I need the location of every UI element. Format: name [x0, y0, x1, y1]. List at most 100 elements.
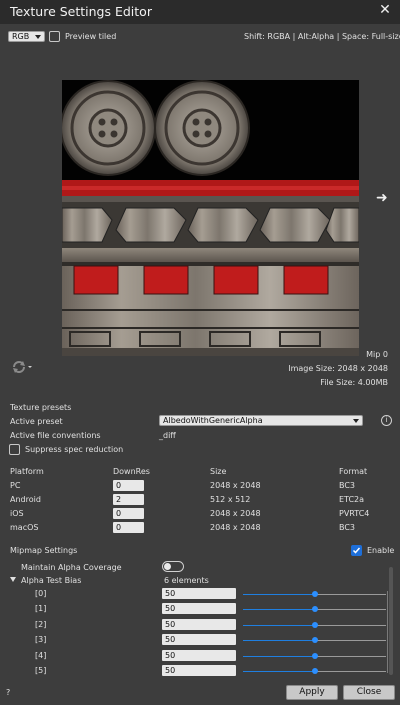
table-row: PC 0 2048 x 2048 BC3	[0, 478, 400, 492]
slider-fill	[243, 625, 315, 626]
platform-size: 2048 x 2048	[210, 509, 261, 518]
slider-rest	[315, 594, 386, 595]
bias-row: [1] 50	[0, 602, 400, 616]
info-icon[interactable]: i	[381, 415, 392, 426]
platform-name: iOS	[10, 509, 24, 518]
checkmark-icon	[352, 547, 361, 554]
bias-value-input[interactable]: 50	[162, 665, 236, 676]
suppress-spec-checkbox[interactable]	[9, 444, 20, 455]
slider-rest	[315, 625, 386, 626]
chevron-down-icon	[353, 419, 359, 423]
disc-left	[62, 80, 156, 176]
slider-thumb[interactable]	[312, 622, 318, 628]
close-icon[interactable]: ✕	[378, 2, 392, 18]
window-title: Texture Settings Editor	[10, 4, 152, 19]
bias-slider[interactable]	[243, 604, 386, 614]
preview-tiled-checkbox[interactable]	[49, 31, 60, 42]
slider-thumb[interactable]	[312, 637, 318, 643]
chevron-down-icon	[35, 35, 41, 39]
bias-value-input[interactable]: 50	[162, 634, 236, 645]
texture-preview	[62, 80, 359, 356]
platform-size: 512 x 512	[210, 495, 251, 504]
image-size-label: Image Size: 2048 x 2048	[288, 364, 388, 373]
help-icon[interactable]: ?	[6, 688, 10, 697]
refresh-icon-glyph	[13, 361, 32, 373]
bias-row: [0] 50	[0, 587, 400, 601]
platform-name: Android	[10, 495, 41, 504]
slider-fill	[243, 609, 315, 610]
bias-value-input[interactable]: 50	[162, 603, 236, 614]
bias-index: [3]	[35, 635, 47, 644]
active-preset-value: AlbedoWithGenericAlpha	[163, 416, 263, 425]
slider-thumb[interactable]	[312, 606, 318, 612]
slider-thumb[interactable]	[312, 591, 318, 597]
platform-header: Platform	[10, 467, 44, 476]
channel-select[interactable]: RGB	[8, 31, 45, 42]
bias-slider[interactable]	[243, 666, 386, 676]
platform-size: 2048 x 2048	[210, 481, 261, 490]
channel-select-value: RGB	[12, 32, 30, 41]
slider-thumb[interactable]	[312, 668, 318, 674]
bias-value-input[interactable]: 50	[162, 619, 236, 630]
toggle-knob	[164, 563, 171, 570]
mip-label: Mip 0	[366, 350, 388, 359]
mipmap-enable-checkbox[interactable]	[351, 545, 362, 556]
format-header: Format	[339, 467, 368, 476]
size-header: Size	[210, 467, 227, 476]
downres-input[interactable]: 0	[113, 508, 144, 519]
disc-right	[154, 80, 250, 176]
refresh-icon[interactable]	[11, 360, 33, 374]
suppress-spec-label: Suppress spec reduction	[25, 445, 124, 454]
bias-index: [2]	[35, 620, 47, 629]
mipmap-settings-heading: Mipmap Settings	[10, 546, 78, 555]
expand-triangle-icon[interactable]	[10, 577, 16, 582]
bias-slider[interactable]	[243, 651, 386, 661]
shortcut-hint: Shift: RGBA | Alt:Alpha | Space: Full-si…	[244, 32, 400, 41]
downres-input[interactable]: 2	[113, 494, 144, 505]
bias-value-input[interactable]: 50	[162, 588, 236, 599]
bias-slider[interactable]	[243, 620, 386, 630]
slider-thumb[interactable]	[312, 653, 318, 659]
maintain-alpha-toggle[interactable]	[162, 561, 184, 572]
close-button[interactable]: Close	[343, 685, 395, 700]
slider-rest	[315, 656, 386, 657]
platform-name: macOS	[10, 523, 39, 532]
platform-size: 2048 x 2048	[210, 523, 261, 532]
platform-name: PC	[10, 481, 21, 490]
bias-index: [5]	[35, 666, 47, 675]
table-row: iOS 0 2048 x 2048 PVRTC4	[0, 506, 400, 520]
bias-row: [2] 50	[0, 618, 400, 632]
slider-fill	[243, 594, 315, 595]
platform-format: ETC2a	[339, 495, 365, 504]
preview-tiled-label: Preview tiled	[65, 32, 117, 41]
active-preset-select[interactable]: AlbedoWithGenericAlpha	[159, 415, 363, 426]
downres-input[interactable]: 0	[113, 522, 144, 533]
conventions-value: _diff	[159, 431, 176, 440]
bias-slider[interactable]	[243, 635, 386, 645]
active-preset-label: Active preset	[10, 417, 63, 426]
slider-fill	[243, 671, 315, 672]
slider-rest	[315, 671, 386, 672]
apply-button[interactable]: Apply	[286, 685, 338, 700]
arrow-right-icon[interactable]: ➜	[376, 190, 388, 206]
bias-index: [0]	[35, 589, 47, 598]
platform-format: PVRTC4	[339, 509, 370, 518]
bias-index: [1]	[35, 604, 47, 613]
bias-row: [3] 50	[0, 633, 400, 647]
table-row: macOS 0 2048 x 2048 BC3	[0, 520, 400, 534]
slider-rest	[315, 609, 386, 610]
bias-value-input[interactable]: 50	[162, 650, 236, 661]
platform-format: BC3	[339, 523, 356, 532]
texture-presets-heading: Texture presets	[10, 403, 72, 412]
bias-row: [5] 50	[0, 664, 400, 678]
platform-format: BC3	[339, 481, 356, 490]
alpha-bias-count: 6 elements	[164, 576, 209, 585]
alpha-bias-label: Alpha Test Bias	[21, 576, 82, 585]
table-row: Android 2 512 x 512 ETC2a	[0, 492, 400, 506]
slider-rest	[315, 640, 386, 641]
bias-row: [4] 50	[0, 649, 400, 663]
downres-input[interactable]: 0	[113, 480, 144, 491]
bias-slider[interactable]	[243, 589, 386, 599]
maintain-alpha-label: Maintain Alpha Coverage	[21, 563, 122, 572]
slider-fill	[243, 656, 315, 657]
